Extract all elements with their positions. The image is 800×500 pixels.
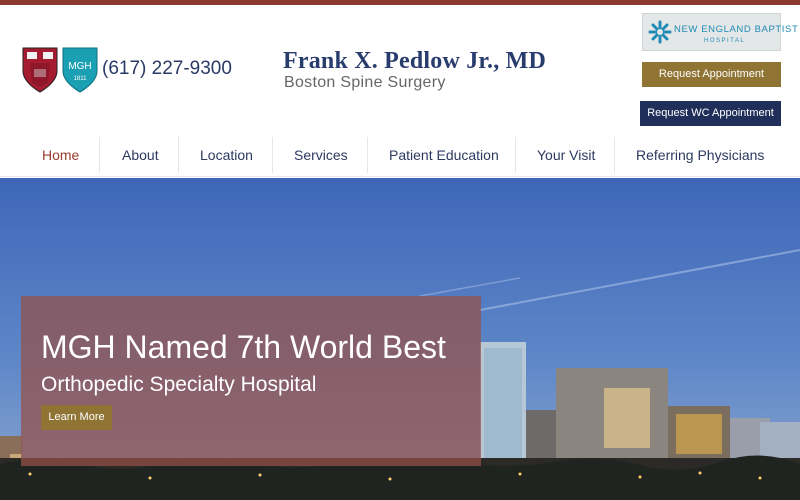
mgh-shield-icon: MGH 1811 bbox=[62, 47, 98, 93]
neb-star-icon bbox=[648, 20, 672, 44]
main-navigation: Home About Location Services Patient Edu… bbox=[0, 133, 800, 177]
neb-logo-subtitle: HOSPITAL bbox=[704, 38, 746, 44]
brand-name[interactable]: Frank X. Pedlow Jr., MD bbox=[283, 48, 546, 75]
mgh-shield-text: MGH bbox=[68, 61, 91, 72]
nav-divider bbox=[515, 137, 516, 173]
nav-item-home[interactable]: Home bbox=[42, 137, 79, 173]
new-england-baptist-logo[interactable]: NEW ENGLAND BAPTIST HOSPITAL bbox=[642, 13, 798, 51]
hero-title: MGH Named 7th World Best bbox=[41, 329, 446, 365]
learn-more-button[interactable]: Learn More bbox=[41, 405, 112, 430]
brand-subtitle: Boston Spine Surgery bbox=[284, 74, 446, 91]
nav-item-your-visit[interactable]: Your Visit bbox=[537, 137, 595, 173]
nav-item-referring-physicians[interactable]: Referring Physicians bbox=[636, 137, 764, 173]
mgh-shield-year: 1811 bbox=[74, 76, 88, 82]
nav-item-location[interactable]: Location bbox=[200, 137, 253, 173]
nav-item-patient-education[interactable]: Patient Education bbox=[389, 137, 499, 173]
request-appointment-button[interactable]: Request Appointment bbox=[642, 62, 781, 87]
nav-item-about[interactable]: About bbox=[122, 137, 159, 173]
nav-divider bbox=[614, 137, 615, 173]
nav-divider bbox=[367, 137, 368, 173]
request-wc-appointment-button[interactable]: Request WC Appointment bbox=[640, 101, 781, 126]
nav-divider bbox=[99, 137, 100, 173]
phone-number[interactable]: (617) 227-9300 bbox=[102, 58, 232, 80]
nav-item-services[interactable]: Services bbox=[294, 137, 348, 173]
hero-subtitle: Orthopedic Specialty Hospital bbox=[41, 373, 317, 396]
nav-divider bbox=[272, 137, 273, 173]
neb-logo-name: NEW ENGLAND BAPTIST bbox=[674, 24, 799, 35]
harvard-shield-icon bbox=[22, 47, 58, 93]
nav-divider bbox=[178, 137, 179, 173]
